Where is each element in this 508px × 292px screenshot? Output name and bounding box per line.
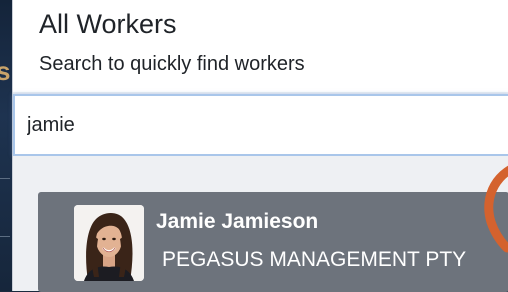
worker-photo xyxy=(74,205,144,281)
worker-company: PEGASUS MANAGEMENT PTY xyxy=(162,248,467,271)
loading-spinner-icon xyxy=(484,165,508,253)
worker-avatar xyxy=(74,205,144,281)
all-workers-modal: All Workers Search to quickly find worke… xyxy=(12,0,508,292)
worker-name: Jamie Jamieson xyxy=(156,210,319,233)
worker-result-card[interactable]: Jamie Jamieson PEGASUS MANAGEMENT PTY xyxy=(38,192,508,292)
modal-subtitle: Search to quickly find workers xyxy=(39,53,305,75)
modal-header: All Workers Search to quickly find worke… xyxy=(13,0,508,92)
background-divider xyxy=(0,178,10,179)
background-text-fragment: s xyxy=(0,56,11,86)
background-divider xyxy=(0,236,10,237)
search-field[interactable] xyxy=(13,94,508,156)
worker-search-input[interactable] xyxy=(27,112,487,138)
modal-title: All Workers xyxy=(39,9,177,39)
results-list: Jamie Jamieson PEGASUS MANAGEMENT PTY xyxy=(13,156,508,292)
